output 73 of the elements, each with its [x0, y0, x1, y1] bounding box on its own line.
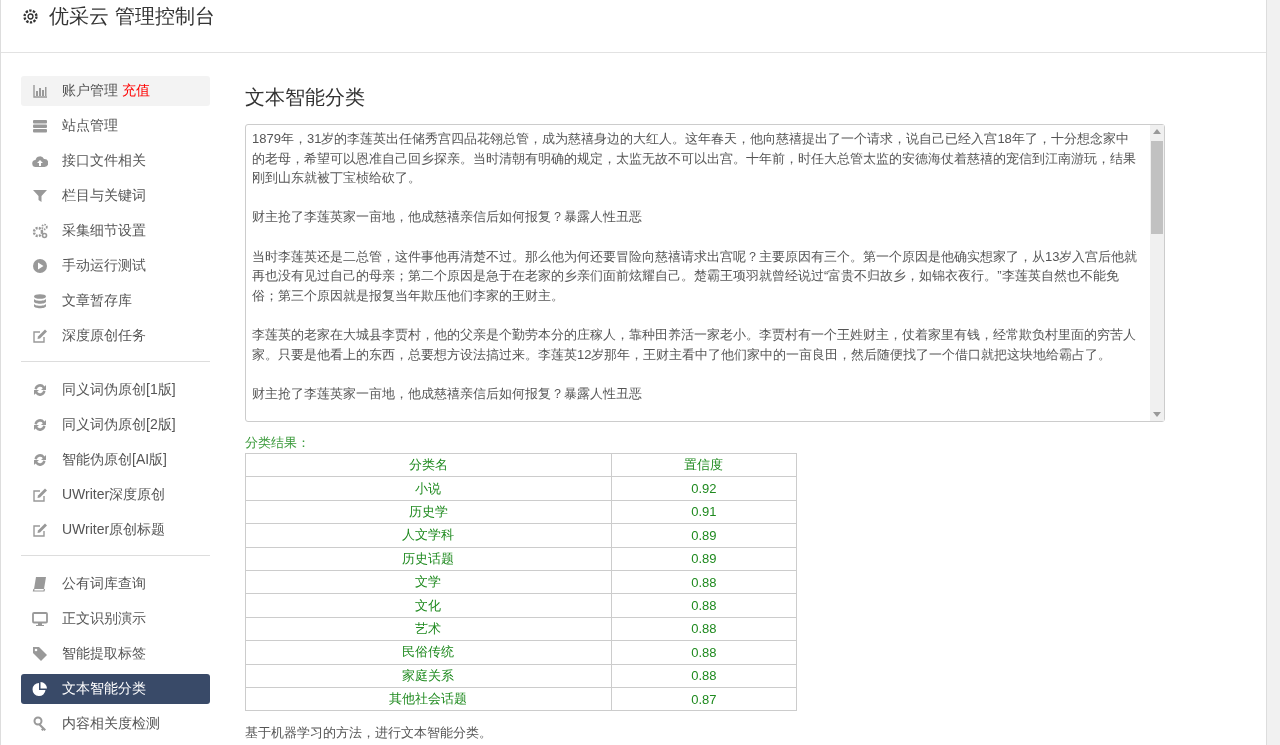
- settings-icon: [22, 7, 39, 25]
- sidebar-item[interactable]: 账户管理 充值: [21, 76, 210, 106]
- sidebar-item[interactable]: 智能提取标签: [21, 639, 210, 669]
- column-header: 置信度: [611, 453, 797, 477]
- table-cell: 0.88: [611, 570, 797, 594]
- sidebar-item[interactable]: 智能伪原创[AI版]: [21, 445, 210, 475]
- article-paragraph: 当时李莲英还是二总管，这件事他再清楚不过。那么他为何还要冒险向慈禧请求出宫呢？主要原因有三个。第一个原因是他确实想家了，从13岁入宫后他就再也没有见过自己的母亲；第二个原因是急于在老家的乡亲们面前炫耀自己。楚霸王项羽就曾经说过“富贵不归故乡，如锦衣夜行。”李莲英自然也不能免俗；第三个原因就是报复当年欺压他们李家的王财主。: [252, 247, 1139, 305]
- method-note: 基于机器学习的方法，进行文本智能分类。: [245, 724, 493, 743]
- article-paragraph: 财主抢了李莲英家一亩地，他成慈禧亲信后如何报复？暴露人性丑恶: [252, 384, 643, 403]
- article-paragraph: 财主抢了李莲英家一亩地，他成慈禧亲信后如何报复？暴露人性丑恶: [252, 208, 643, 227]
- table-cell: 0.88: [611, 617, 797, 641]
- server-icon: [32, 118, 48, 134]
- table-cell: 0.88: [611, 593, 797, 618]
- article-paragraph: 李莲英的老家在大城县李贾村，他的父亲是个勤劳本分的庄稼人，靠种田养活一家老小。李贾村有一个王姓财主，仗着家里有钱，经常欺负村里面的穷苦人家。只要是他看上的东西，总要想方设法搞过来。李莲英12岁那年，王财主看中了他们家中的一亩良田，然后随便找了一个借口就把这块地给霸占了。: [252, 325, 1137, 364]
- scroll-up-icon[interactable]: [1153, 129, 1161, 134]
- table-cell: 0.92: [611, 476, 797, 501]
- table-cell: 0.89: [611, 523, 797, 548]
- article-paragraph: 1879年，31岁的李莲英出任储秀宫四品花翎总管，成为慈禧身边的大红人。这年春天，他向慈禧提出了一个请求，说自己已经入宫18年了，十分想念家中的老母，希望可以恩准自己回乡探亲。当时清朝有明确的规定，太监无故不可以出宫。十年前，时任大总管太监的安德海仗着慈禧的宠信到江南游玩，结果刚到山东就被丁宝桢给砍了。: [252, 130, 1137, 188]
- table-cell: 家庭关系: [245, 664, 612, 688]
- recharge-link[interactable]: 充值: [121, 82, 150, 98]
- sidebar-item[interactable]: UWriter深度原创: [21, 480, 210, 510]
- table-cell: 艺术: [245, 617, 612, 641]
- filter-icon: [32, 188, 48, 204]
- refresh-icon: [32, 452, 48, 468]
- edit-icon: [32, 522, 48, 538]
- sidebar-item[interactable]: UWriter原创标题: [21, 515, 210, 545]
- table-cell: 0.88: [611, 640, 797, 664]
- monitor-icon: [32, 611, 48, 627]
- column-header: 分类名: [245, 453, 612, 477]
- sidebar-item[interactable]: 文本智能分类: [21, 674, 210, 704]
- table-cell: 其他社会话题: [245, 687, 612, 711]
- console-title: 优采云 管理控制台: [49, 3, 215, 29]
- chart-icon: [32, 83, 48, 99]
- sidebar-item[interactable]: 采集细节设置: [21, 216, 210, 246]
- sidebar-item[interactable]: 内容相关度检测: [21, 709, 210, 739]
- refresh-icon: [32, 417, 48, 433]
- sidebar-item[interactable]: 接口文件相关: [21, 146, 210, 176]
- table-cell: 历史话题: [245, 547, 612, 571]
- refresh-icon: [32, 382, 48, 398]
- sidebar-item[interactable]: 栏目与关键词: [21, 181, 210, 211]
- table-cell: 0.89: [611, 547, 797, 571]
- book-icon: [32, 576, 48, 592]
- sidebar-item[interactable]: 深度原创任务: [21, 321, 210, 351]
- sidebar-item[interactable]: 正文识别演示: [21, 604, 210, 634]
- table-cell: 小说: [245, 476, 612, 501]
- table-cell: 0.88: [611, 664, 797, 688]
- edit-icon: [32, 487, 48, 503]
- table-cell: 文化: [245, 593, 612, 618]
- sidebar-item[interactable]: 公有词库查询: [21, 569, 210, 599]
- page-title: 文本智能分类: [245, 85, 366, 110]
- scrollbar-thumb[interactable]: [1151, 141, 1163, 234]
- cloud-upload-icon: [32, 153, 48, 169]
- result-label: 分类结果：: [245, 434, 310, 452]
- table-cell: 0.87: [611, 687, 797, 711]
- sidebar-item[interactable]: 站点管理: [21, 111, 210, 141]
- sidebar-item[interactable]: 同义词伪原创[2版]: [21, 410, 210, 440]
- article-text-area[interactable]: [245, 124, 1165, 422]
- table-cell: 历史学: [245, 500, 612, 524]
- edit-icon: [32, 328, 48, 344]
- table-cell: 民俗传统: [245, 640, 612, 664]
- scroll-down-icon[interactable]: [1153, 412, 1161, 417]
- pie-chart-icon: [32, 681, 48, 697]
- sidebar-item[interactable]: 文章暂存库: [21, 286, 210, 316]
- sidebar-item[interactable]: 手动运行测试: [21, 251, 210, 281]
- gears-icon: [32, 223, 48, 239]
- key-icon: [32, 716, 48, 732]
- table-cell: 0.91: [611, 500, 797, 524]
- play-icon: [32, 258, 48, 274]
- table-cell: 人文学科: [245, 523, 612, 548]
- sidebar-item[interactable]: 同义词伪原创[1版]: [21, 375, 210, 405]
- table-cell: 文学: [245, 570, 612, 594]
- database-icon: [32, 293, 48, 309]
- tag-icon: [32, 646, 48, 662]
